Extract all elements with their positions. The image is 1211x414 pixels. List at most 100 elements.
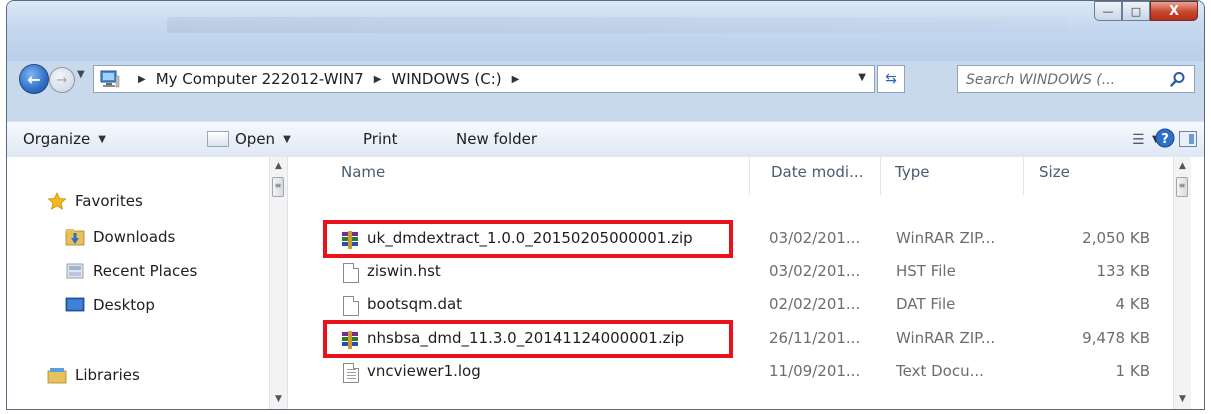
explorer-window: — □ X ← → ▼ ▶ My Computer 222012-WIN7 ▶ [6, 0, 1205, 410]
help-icon[interactable]: ? [1155, 128, 1175, 148]
file-list-scrollbar[interactable]: ▲ ≡ ▼ [1173, 157, 1191, 409]
libraries-icon [47, 368, 67, 384]
scroll-up-icon[interactable]: ▲ [270, 157, 287, 174]
caption-buttons: — □ X [1094, 1, 1198, 21]
nav-item-label: Recent Places [93, 262, 198, 280]
nav-item-label: Desktop [93, 296, 155, 314]
breadcrumb-separator-icon[interactable]: ▶ [138, 74, 146, 85]
back-arrow-icon: ← [27, 69, 41, 89]
star-icon [47, 192, 67, 210]
search-box[interactable] [957, 65, 1195, 93]
column-divider[interactable] [1023, 157, 1024, 195]
file-name: bootsqm.dat [367, 295, 463, 313]
file-row[interactable]: ziswin.hst 03/02/201... HST File 133 KB [305, 260, 1175, 284]
content-area: Favorites Downloads Recent Places Deskto… [7, 157, 1204, 409]
new-folder-label: New folder [456, 130, 538, 148]
column-header-type[interactable]: Type [895, 163, 929, 181]
search-icon[interactable] [1170, 71, 1186, 87]
file-size: 133 KB [1096, 262, 1150, 280]
file-type: Text Docu... [896, 362, 984, 380]
chevron-down-icon: ▼ [98, 133, 106, 145]
file-row[interactable]: vncviewer1.log 11/09/201... Text Docu...… [305, 360, 1175, 384]
breadcrumb-drive[interactable]: WINDOWS (C:) [391, 70, 501, 88]
highlight-box [323, 220, 733, 258]
scrollbar-thumb[interactable]: ≡ [1176, 177, 1188, 197]
scrollbar-thumb[interactable]: ≡ [272, 177, 284, 197]
minimize-button[interactable]: — [1094, 1, 1122, 21]
open-file-icon [207, 131, 229, 147]
column-header-date[interactable]: Date modi... [771, 163, 863, 181]
refresh-button[interactable]: ⇆ [877, 65, 905, 93]
refresh-icon: ⇆ [885, 71, 897, 87]
nav-item-desktop[interactable]: Desktop [65, 293, 155, 317]
file-size: 4 KB [1115, 295, 1150, 313]
back-button[interactable]: ← [19, 64, 49, 94]
file-type: WinRAR ZIP... [896, 229, 996, 247]
file-type: DAT File [896, 295, 956, 313]
forward-button[interactable]: → [49, 67, 75, 93]
file-date: 03/02/201... [769, 229, 861, 247]
nav-libraries-label: Libraries [75, 366, 140, 384]
print-label: Print [363, 130, 398, 148]
breadcrumb-separator-icon[interactable]: ▶ [512, 74, 520, 85]
title-bar-ghost-text [167, 17, 1067, 33]
navigation-row: ← → ▼ ▶ My Computer 222012-WIN7 ▶ WINDOW… [7, 61, 1204, 97]
navigation-pane-scrollbar[interactable]: ▲ ≡ ▼ [269, 157, 287, 409]
new-folder-button[interactable]: New folder [456, 130, 537, 148]
file-name: vncviewer1.log [367, 362, 481, 380]
text-document-icon [343, 363, 359, 383]
nav-item-label: Downloads [93, 228, 176, 246]
file-row[interactable]: bootsqm.dat 02/02/201... DAT File 4 KB [305, 293, 1175, 317]
recent-pages-dropdown[interactable]: ▼ [77, 69, 85, 80]
desktop-icon [65, 297, 85, 312]
nav-libraries[interactable]: Libraries [47, 363, 140, 387]
breadcrumb-computer[interactable]: My Computer 222012-WIN7 [156, 70, 364, 88]
scroll-down-icon[interactable]: ▼ [1174, 390, 1191, 407]
column-header-name[interactable]: Name [341, 163, 385, 181]
close-button[interactable]: X [1150, 1, 1198, 21]
file-date: 11/09/201... [769, 362, 861, 380]
downloads-folder-icon [65, 229, 85, 246]
navigation-pane: Favorites Downloads Recent Places Deskto… [7, 157, 288, 409]
file-date: 02/02/201... [769, 295, 861, 313]
file-size: 1 KB [1115, 362, 1150, 380]
maximize-button[interactable]: □ [1122, 1, 1150, 21]
scroll-up-icon[interactable]: ▲ [1174, 157, 1191, 174]
file-size: 9,478 KB [1082, 329, 1150, 347]
nav-item-downloads[interactable]: Downloads [65, 225, 175, 249]
address-dropdown-icon[interactable]: ▼ [858, 72, 866, 83]
nav-favorites-label: Favorites [75, 192, 143, 210]
organize-button[interactable]: Organize ▼ [23, 130, 106, 148]
svg-text:?: ? [1161, 132, 1169, 147]
column-divider[interactable] [749, 157, 750, 195]
breadcrumb-separator-icon[interactable]: ▶ [374, 74, 382, 85]
chevron-down-icon: ▼ [283, 133, 291, 145]
file-list: Name Date modi... Type Size uk_dmdextrac… [305, 157, 1175, 409]
column-header-size[interactable]: Size [1039, 163, 1070, 181]
command-bar: Organize ▼ Open ▼ Print New folder ☰ ▼ ? [7, 121, 1204, 159]
breadcrumb: ▶ My Computer 222012-WIN7 ▶ WINDOWS (C:)… [128, 66, 529, 92]
change-view-icon[interactable]: ☰ [1132, 132, 1145, 148]
computer-icon [100, 70, 120, 88]
open-label: Open [235, 130, 276, 148]
file-icon [343, 296, 359, 316]
open-button[interactable]: Open ▼ [207, 130, 291, 148]
nav-item-recent-places[interactable]: Recent Places [65, 259, 197, 283]
file-icon [343, 263, 359, 283]
nav-favorites[interactable]: Favorites [47, 189, 143, 213]
file-date: 03/02/201... [769, 262, 861, 280]
title-bar: — □ X [7, 1, 1204, 61]
column-divider[interactable] [880, 157, 881, 195]
search-input[interactable] [964, 68, 1164, 92]
file-type: HST File [896, 262, 956, 280]
preview-pane-icon[interactable] [1179, 131, 1197, 147]
print-button[interactable]: Print [363, 130, 398, 148]
scroll-down-icon[interactable]: ▼ [270, 390, 287, 407]
forward-arrow-icon: → [56, 72, 68, 88]
file-size: 2,050 KB [1082, 229, 1150, 247]
highlight-box [323, 320, 733, 358]
file-name: ziswin.hst [367, 262, 441, 280]
file-date: 26/11/201... [769, 329, 861, 347]
address-bar[interactable]: ▶ My Computer 222012-WIN7 ▶ WINDOWS (C:)… [93, 65, 875, 93]
file-type: WinRAR ZIP... [896, 329, 996, 347]
